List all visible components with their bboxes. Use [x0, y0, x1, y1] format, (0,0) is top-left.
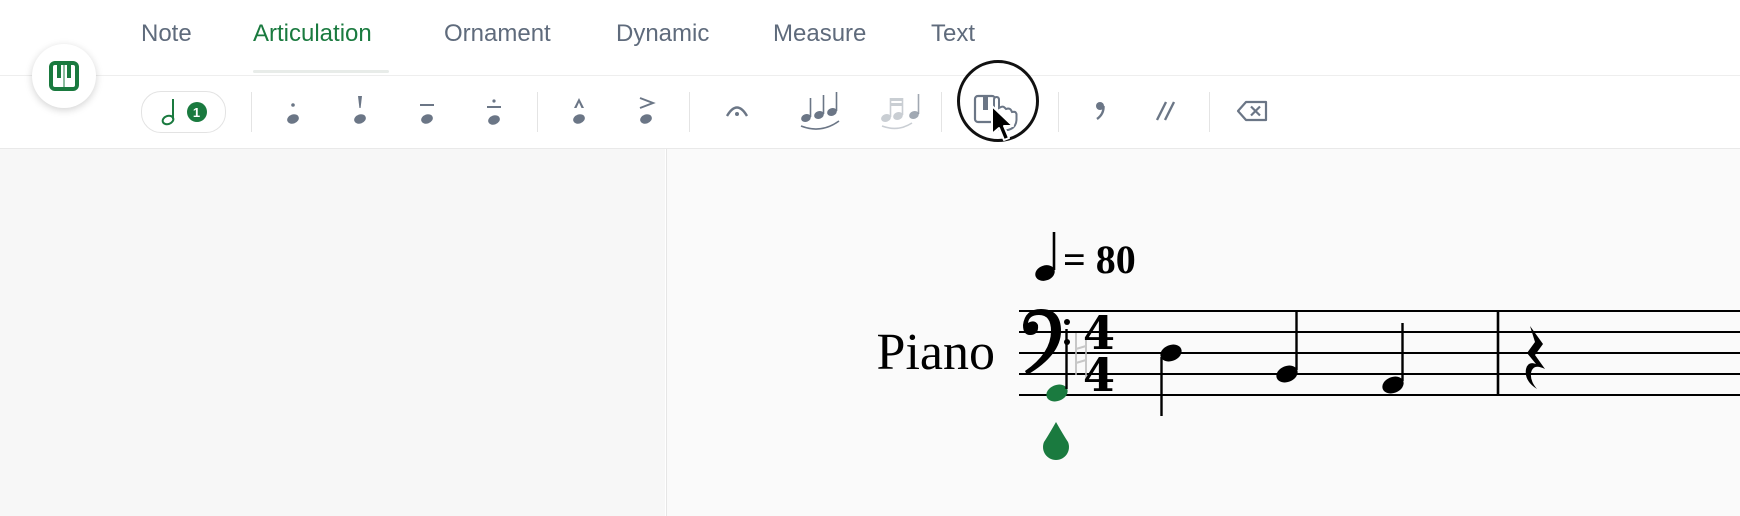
voice-badge: 1 [186, 102, 207, 122]
note-3[interactable] [1274, 312, 1300, 386]
breath-mark-icon [1096, 102, 1105, 120]
tenuto-button[interactable] [402, 86, 452, 136]
staff [1019, 310, 1740, 396]
accent-icon [639, 97, 656, 124]
left-pane [0, 149, 665, 516]
toolbar-divider [941, 92, 942, 132]
score-canvas: = 80 Piano 4 4 [877, 232, 1740, 461]
note-2[interactable] [1158, 341, 1184, 416]
articulation-toolbar: 1 [0, 76, 1740, 149]
toolbar-divider [1209, 92, 1210, 132]
mouse-cursor-icon [991, 105, 1014, 141]
staccato-button[interactable] [268, 86, 318, 136]
delete-icon [1236, 100, 1268, 122]
tab-dynamic[interactable]: Dynamic [616, 20, 709, 48]
breath-mark-button[interactable] [1075, 86, 1125, 136]
fermata-icon [725, 106, 749, 117]
fermata-button[interactable] [712, 86, 762, 136]
note-1-selected[interactable] [1044, 329, 1077, 405]
instrument-name: Piano [877, 324, 995, 381]
piano-keyboard-button[interactable] [32, 44, 96, 108]
piano-icon [49, 61, 79, 91]
staccatissimo-icon [354, 96, 366, 124]
caesura-button[interactable] [1141, 86, 1191, 136]
tempo-value: = 80 [1063, 237, 1136, 282]
tab-articulation[interactable]: Articulation [253, 20, 372, 48]
tab-measure[interactable]: Measure [773, 20, 866, 48]
voice-selector[interactable]: 1 [141, 91, 226, 133]
tab-bar: Note Articulation Ornament Dynamic Measu… [0, 0, 1740, 76]
tempo-marking: = 80 [1035, 232, 1136, 282]
tab-text[interactable]: Text [931, 20, 975, 48]
tab-ornament[interactable]: Ornament [444, 20, 551, 48]
toolbar-divider [537, 92, 538, 132]
caesura-icon [1155, 101, 1176, 121]
tenuto-icon [420, 104, 434, 124]
quarter-rest [1525, 326, 1545, 389]
staccatissimo-button[interactable] [335, 86, 385, 136]
active-tab-indicator [253, 70, 389, 73]
toolbar-divider [251, 92, 252, 132]
tie-icon [881, 94, 920, 130]
half-note-icon [161, 99, 174, 126]
slur-button[interactable] [797, 86, 847, 136]
score-page: = 80 Piano 4 4 [666, 149, 1740, 516]
toolbar-divider [689, 92, 690, 132]
toolbar-divider [1058, 92, 1059, 132]
portato-button[interactable] [469, 86, 519, 136]
slur-icon [800, 92, 840, 130]
bass-clef [1023, 309, 1070, 375]
staccato-icon [287, 103, 299, 124]
articulation-marker[interactable] [1043, 422, 1069, 461]
note-4[interactable] [1380, 323, 1406, 397]
portato-icon [487, 99, 501, 125]
tie-button[interactable] [876, 86, 926, 136]
tab-note[interactable]: Note [141, 20, 192, 48]
marcato-icon [573, 98, 585, 124]
delete-button[interactable] [1228, 86, 1278, 136]
marcato-button[interactable] [554, 86, 604, 136]
accent-button[interactable] [621, 86, 671, 136]
time-signature-bottom: 4 [1083, 348, 1115, 402]
